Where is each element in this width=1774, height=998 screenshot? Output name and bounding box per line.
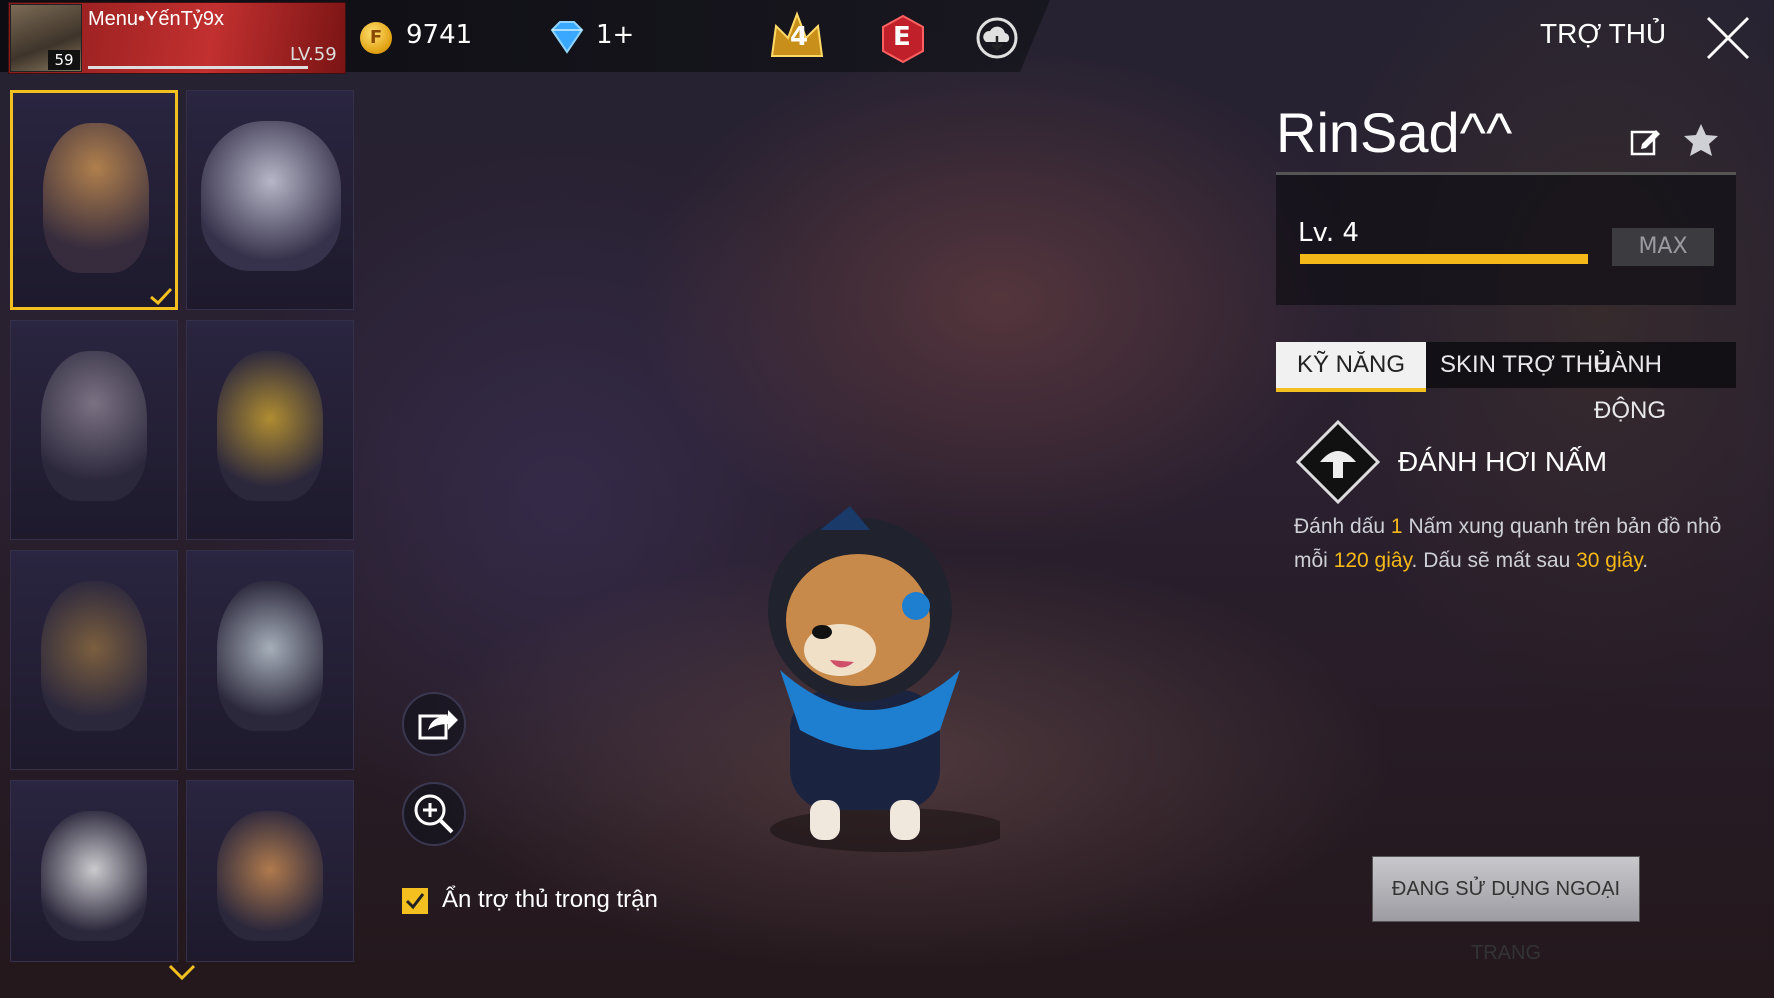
checkmark-icon [405,893,425,910]
wolf-figure [201,121,341,271]
shiba-figure [43,123,149,273]
zoom-in-icon [414,794,454,834]
favorite-star-icon[interactable] [1682,122,1720,158]
mushroom-skill-icon [1296,420,1380,504]
detail-tabs: KỸ NĂNG SKIN TRỢ THỦ HÀNH ĐỘNG [1276,342,1736,424]
max-level-button[interactable]: MAX [1612,228,1714,266]
zoom-in-button[interactable] [402,782,466,846]
desc-text-3: . Dấu sẽ mất sau [1411,549,1577,572]
pet-level: Lv. 4 [1298,218,1359,248]
penguin-figure [217,351,323,501]
share-icon [418,710,458,740]
edit-name-icon[interactable] [1628,124,1662,158]
pet-card-raccoon[interactable] [10,320,178,540]
player-name: Menu•YếnTỷ9x [88,8,224,30]
desc-count: 1 [1390,515,1403,538]
close-icon[interactable] [1700,10,1756,66]
raccoon-figure [41,351,147,501]
panda-figure [41,811,147,941]
level-progress-fill [1300,254,1588,264]
hide-pet-checkbox[interactable] [402,888,428,914]
gold-coin-icon: F [360,22,392,54]
desc-text-4: . [1642,549,1649,572]
rank-number: 4 [790,22,809,52]
cloud-download-icon[interactable] [974,16,1020,60]
pet-card-falcon[interactable] [10,550,178,770]
player-level: LV.59 [290,44,337,65]
pet-name: RinSad^^ [1276,101,1513,164]
pet-card-cat[interactable] [186,780,354,962]
robot-figure [217,581,323,731]
pet-card-wolf[interactable] [186,90,354,310]
chevron-down-icon[interactable] [168,962,196,982]
pet-card-shiba[interactable] [10,90,178,310]
hide-pet-label: Ẩn trợ thủ trong trận [442,886,658,913]
pet-3d-model [768,506,1000,852]
skill-name: ĐÁNH HƠI NẤM [1398,446,1608,477]
elite-pass-letter: E [893,22,911,52]
tab-skill[interactable]: KỸ NĂNG [1276,342,1426,392]
diamond-icon [550,21,584,54]
section-title: TRỢ THỦ [1540,18,1667,49]
desc-text-1: Đánh dấu [1294,515,1391,538]
using-skin-button[interactable]: ĐANG SỬ DỤNG NGOẠI TRANG [1372,856,1640,964]
selected-check-icon [150,287,173,305]
avatar-level-badge: 59 [48,50,80,70]
pet-card-panda[interactable] [10,780,178,962]
gold-amount: 9741 [406,20,473,50]
desc-interval: 120 giây [1333,549,1412,572]
pet-card-robot[interactable] [186,550,354,770]
cat-figure [217,811,323,941]
desc-duration: 30 giây [1576,549,1643,572]
falcon-figure [41,581,147,731]
pet-card-penguin[interactable] [186,320,354,540]
tab-actions[interactable]: HÀNH ĐỘNG [1594,342,1736,424]
diamond-amount[interactable]: 1+ [596,20,634,50]
share-button[interactable] [402,692,466,756]
player-exp-bar [88,66,308,69]
tab-pet-skin[interactable]: SKIN TRỢ THỦ [1440,342,1610,388]
skill-description: Đánh dấu 1 Nấm xung quanh trên bản đồ nh… [1294,510,1734,578]
